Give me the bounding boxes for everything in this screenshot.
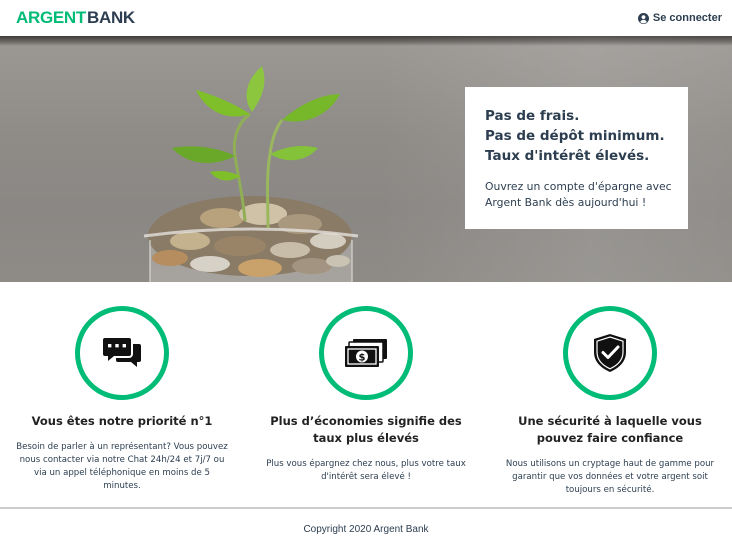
hero-subtitle-no-fees: Pas de frais. <box>485 108 580 124</box>
feature-icon-ring <box>75 306 169 400</box>
sign-in-label: Se connecter <box>652 12 722 24</box>
footer: Copyright 2020 Argent Bank <box>0 507 732 550</box>
argent-bank-logo[interactable]: ARGENT BANK <box>16 8 135 28</box>
logo-text-bank: BANK <box>86 8 135 27</box>
footer-copyright: Copyright 2020 Argent Bank <box>303 524 429 535</box>
hero-text: Ouvrez un compte d'épargne avec Argent B… <box>485 180 672 209</box>
feature-text: Besoin de parler à un représentant? Vous… <box>16 442 228 491</box>
money-icon: $ <box>345 339 387 367</box>
chat-icon <box>103 338 141 367</box>
feature-icon-ring <box>563 306 657 400</box>
logo-text-argent: ARGENT <box>16 8 86 27</box>
hero-subtitle-no-minimum-deposit: Pas de dépôt minimum. <box>485 128 665 144</box>
feature-item-savings: $ Plus d’économies signifie des taux plu… <box>244 282 488 506</box>
user-circle-icon <box>637 12 649 24</box>
hero-banner: Pas de frais. Pas de dépôt minimum. Taux… <box>0 36 732 282</box>
feature-item-priority: Vous êtes notre priorité n°1 Besoin de p… <box>0 282 244 506</box>
feature-title: Vous êtes notre priorité n°1 <box>31 414 213 428</box>
features-section: Vous êtes notre priorité n°1 Besoin de p… <box>0 282 732 506</box>
feature-text: Plus vous épargnez chez nous, plus votre… <box>266 459 466 482</box>
main-nav: ARGENT BANK Se connecter <box>0 0 732 36</box>
feature-title: Une sécurité à laquelle vous pouvez fair… <box>518 414 702 445</box>
feature-item-security: Une sécurité à laquelle vous pouvez fair… <box>488 282 732 506</box>
feature-icon-ring: $ <box>319 306 413 400</box>
feature-text: Nous utilisons un cryptage haut de gamme… <box>505 459 715 495</box>
feature-title: Plus d’économies signifie des taux plus … <box>270 414 462 445</box>
hero-subtitle-high-interest: Taux d'intérêt élevés. <box>485 148 650 164</box>
security-shield-icon <box>594 334 626 372</box>
sign-in-link[interactable]: Se connecter <box>637 12 722 24</box>
hero-content-card: Pas de frais. Pas de dépôt minimum. Taux… <box>465 87 688 229</box>
svg-text:$: $ <box>359 353 366 364</box>
